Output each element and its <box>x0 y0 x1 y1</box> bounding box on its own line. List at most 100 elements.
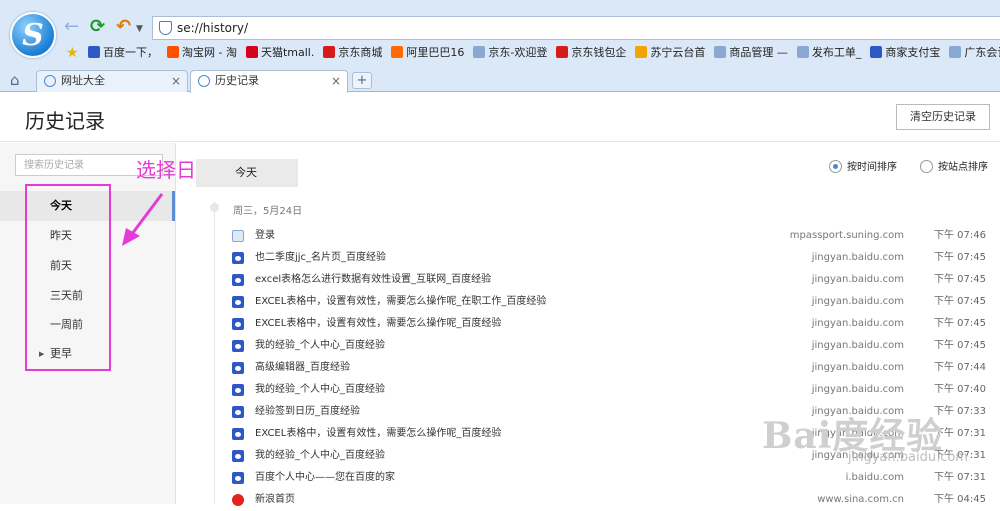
favorites-star-icon[interactable]: ★ <box>66 45 79 61</box>
tab-label: 历史记录 <box>215 74 259 87</box>
history-title[interactable]: 我的经验_个人中心_百度经验 <box>255 335 385 357</box>
history-title[interactable]: 登录 <box>255 225 275 247</box>
history-domain: jingyan.baidu.com <box>811 296 904 307</box>
history-title[interactable]: EXCEL表格中，设置有效性，需要怎么操作呢_在职工作_百度经验 <box>255 291 546 313</box>
history-title[interactable]: EXCEL表格中，设置有效性，需要怎么操作呢_百度经验 <box>255 423 501 445</box>
history-row[interactable]: EXCEL表格中，设置有效性，需要怎么操作呢_在职工作_百度经验 jingyan.… <box>230 291 1000 313</box>
bookmark-favicon-icon <box>635 46 648 58</box>
browser-logo-icon[interactable]: S <box>10 12 56 58</box>
baidu-paw-icon <box>232 384 244 396</box>
bookmark-item[interactable]: 淘宝网 - 淘 <box>167 44 237 62</box>
back-arrow-icon[interactable]: ← <box>64 17 79 37</box>
bookmark-favicon-icon <box>245 46 258 58</box>
bookmark-item[interactable]: 京东钱包企 <box>556 44 626 62</box>
bookmark-item[interactable]: 苏宁云台首 <box>635 44 705 62</box>
close-icon[interactable]: × <box>331 71 341 91</box>
history-domain: jingyan.baidu.com <box>811 318 904 329</box>
bookmark-item[interactable]: 发布工单_ <box>796 44 862 62</box>
history-time: 下午 07:45 <box>934 340 986 351</box>
bookmark-label: 商家支付宝 <box>885 46 941 59</box>
timeline-dot <box>210 203 219 212</box>
home-icon[interactable]: ⌂ <box>10 71 20 89</box>
baidu-paw-icon <box>232 318 244 330</box>
bookmark-item[interactable]: 阿里巴巴16 <box>391 44 464 62</box>
tab-label: 网址大全 <box>61 74 105 87</box>
bookmark-item[interactable]: 京东商城 <box>323 44 382 62</box>
history-time: 下午 07:44 <box>934 362 986 373</box>
history-title[interactable]: 百度个人中心——您在百度的家 <box>255 467 395 489</box>
bookmarks-bar: 百度一下， 淘宝网 - 淘 天猫tmall. 京东商城 阿里巴巴16 京东-欢迎登 京东钱包… <box>88 44 1000 64</box>
bookmark-favicon-icon <box>323 46 336 58</box>
history-time: 下午 07:45 <box>934 252 986 263</box>
browser-chrome: S ← ⟳ ↶ ▼ se://history/ ★ 百度一下， 淘宝网 - 淘 天猫… <box>0 0 1000 93</box>
baidu-paw-icon <box>232 450 244 462</box>
bookmark-label: 阿里巴巴16 <box>406 46 465 59</box>
close-icon[interactable]: × <box>171 71 181 91</box>
bookmark-favicon-icon <box>714 46 727 58</box>
bookmark-favicon-icon <box>88 46 100 58</box>
history-title[interactable]: 我的经验_个人中心_百度经验 <box>255 445 385 467</box>
bookmark-item[interactable]: 天猫tmall. <box>245 44 314 62</box>
history-title[interactable]: 我的经验_个人中心_百度经验 <box>255 379 385 401</box>
history-row[interactable]: 我的经验_个人中心_百度经验 jingyan.baidu.com 下午 07:40 <box>230 379 1000 401</box>
tab-web-directory[interactable]: 网址大全 × <box>36 70 188 92</box>
bookmark-item[interactable]: 广东会计信 <box>949 44 1000 62</box>
bookmark-label: 百度一下， <box>103 46 158 59</box>
address-bar[interactable]: se://history/ <box>152 16 1000 40</box>
history-row[interactable]: 百度个人中心——您在百度的家 i.baidu.com 下午 07:31 <box>230 467 1000 489</box>
undo-icon[interactable]: ↶ <box>116 17 131 37</box>
baidu-paw-icon <box>232 252 244 264</box>
bookmark-item[interactable]: 百度一下， <box>88 44 158 62</box>
sort-label: 按时间排序 <box>847 162 897 173</box>
bookmark-favicon-icon <box>556 46 569 58</box>
sina-logo-icon <box>232 494 244 506</box>
new-tab-button[interactable]: + <box>352 72 372 89</box>
history-row[interactable]: EXCEL表格中，设置有效性，需要怎么操作呢_百度经验 jingyan.baidu… <box>230 313 1000 335</box>
history-domain: jingyan.baidu.com <box>811 362 904 373</box>
clear-history-button[interactable]: 清空历史记录 <box>896 104 990 130</box>
baidu-paw-icon <box>232 296 244 308</box>
refresh-icon[interactable]: ⟳ <box>90 17 105 37</box>
history-row[interactable]: 登录 mpassport.suning.com 下午 07:46 <box>230 225 1000 247</box>
baidu-paw-icon <box>232 362 244 374</box>
address-url: se://history/ <box>177 21 249 35</box>
history-domain: jingyan.baidu.com <box>811 252 904 263</box>
history-domain: jingyan.baidu.com <box>811 384 904 395</box>
sort-by-site-option[interactable]: 按站点排序 <box>920 160 988 176</box>
bookmark-favicon-icon <box>391 46 404 58</box>
history-row[interactable]: excel表格怎么进行数据有效性设置_互联网_百度经验 jingyan.baidu… <box>230 269 1000 291</box>
tab-history[interactable]: 历史记录 × <box>190 70 348 93</box>
history-row[interactable]: 高级编辑器_百度经验 jingyan.baidu.com 下午 07:44 <box>230 357 1000 379</box>
baidu-paw-icon <box>232 406 244 418</box>
history-title[interactable]: 经验签到日历_百度经验 <box>255 401 360 423</box>
bookmark-item[interactable]: 京东-欢迎登 <box>473 44 547 62</box>
history-time: 下午 07:45 <box>934 274 986 285</box>
bookmark-item[interactable]: 商家支付宝 <box>870 44 940 62</box>
page-title: 历史记录 <box>25 109 105 133</box>
bookmark-label: 京东钱包企 <box>571 46 627 59</box>
history-row[interactable]: 我的经验_个人中心_百度经验 jingyan.baidu.com 下午 07:45 <box>230 335 1000 357</box>
history-row[interactable]: 也二季度jjc_名片页_百度经验 jingyan.baidu.com 下午 07:4… <box>230 247 1000 269</box>
baidu-paw-icon <box>232 274 244 286</box>
bookmark-label: 淘宝网 - 淘 <box>182 46 237 59</box>
page-header: 历史记录 清空历史记录 <box>0 92 1000 142</box>
bookmark-label: 发布工单_ <box>811 46 862 59</box>
history-row[interactable]: 新浪首页 www.sina.com.cn 下午 04:45 <box>230 489 1000 511</box>
history-title[interactable]: excel表格怎么进行数据有效性设置_互联网_百度经验 <box>255 269 491 291</box>
history-title[interactable]: EXCEL表格中，设置有效性，需要怎么操作呢_百度经验 <box>255 313 501 335</box>
active-indicator <box>172 191 175 221</box>
sort-by-time-option[interactable]: 按时间排序 <box>829 160 897 176</box>
bookmark-favicon-icon <box>167 46 179 58</box>
history-time: 下午 07:46 <box>934 230 986 241</box>
bookmark-item[interactable]: 商品管理 — <box>714 44 788 62</box>
annotation-box <box>25 184 111 371</box>
history-title[interactable]: 也二季度jjc_名片页_百度经验 <box>255 247 386 269</box>
history-time: 下午 07:40 <box>934 384 986 395</box>
radio-icon <box>920 160 933 173</box>
undo-dropdown-icon[interactable]: ▼ <box>136 19 143 39</box>
sort-label: 按站点排序 <box>938 162 988 173</box>
section-label: 今天 <box>196 159 298 187</box>
history-title[interactable]: 新浪首页 <box>255 489 295 511</box>
bookmark-label: 广东会计信 <box>964 46 1000 59</box>
history-title[interactable]: 高级编辑器_百度经验 <box>255 357 350 379</box>
